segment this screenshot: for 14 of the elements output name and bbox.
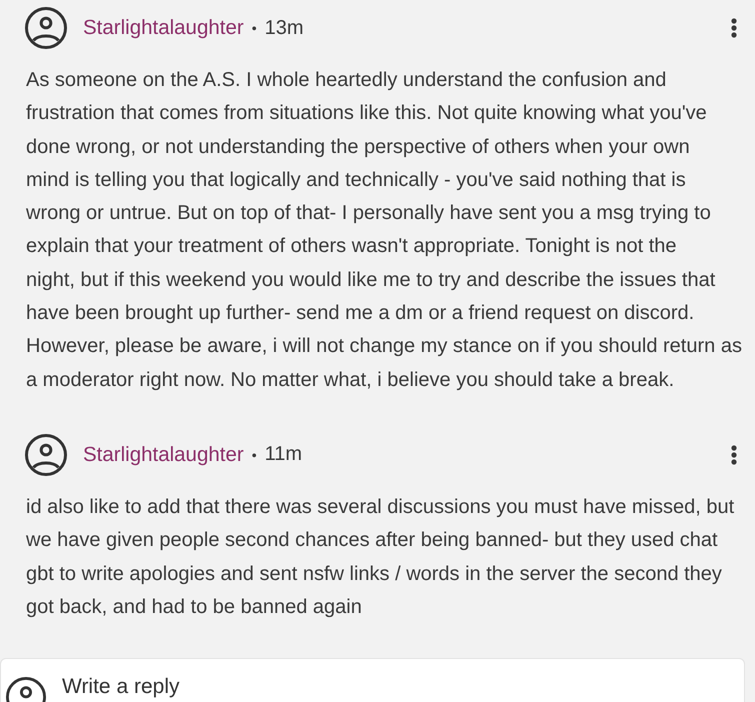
separator-dot: •: [252, 446, 257, 463]
reply-box[interactable]: Write a reply: [0, 658, 745, 702]
more-options-button[interactable]: [731, 444, 737, 465]
timestamp: 13m: [264, 16, 304, 40]
author-name[interactable]: Starlightalaughter: [83, 442, 244, 467]
comment-text: id also like to add that there was several discussions you must have missed, but we have given people second chances after being banned- but they used chat gbt to write apologies and sent nsfw links / words in the server the second they got back, and had to be banned again: [26, 494, 734, 620]
avatar-icon: [25, 434, 67, 476]
comment-text: As someone on the A.S. I whole heartedly understand the confusion and frustration that comes from situations like this. Not quite knowing what you've done wrong, or not understanding the perspective of others when your own mind is telling you that logically and technically - you've said nothing that is wrong or untrue. But on top of that- I personally have sent you a msg trying to explain that your treatment of others wasn't appropriate. Tonight is not the night, but if this weekend you would like me to try and describe the issues that have been brought up further- send me a dm or a friend request on discord. However, please be aware, i will not change my stance on if you should return as a moderator right now. No matter what, i believe you should take a break.: [26, 68, 742, 393]
more-options-button[interactable]: [731, 18, 737, 38]
separator-dot: •: [252, 20, 257, 36]
author-name[interactable]: Starlightalaughter: [83, 16, 244, 40]
reply-input[interactable]: Write a reply: [62, 675, 262, 700]
timestamp: 11m: [264, 443, 302, 466]
avatar-icon: [25, 7, 67, 49]
